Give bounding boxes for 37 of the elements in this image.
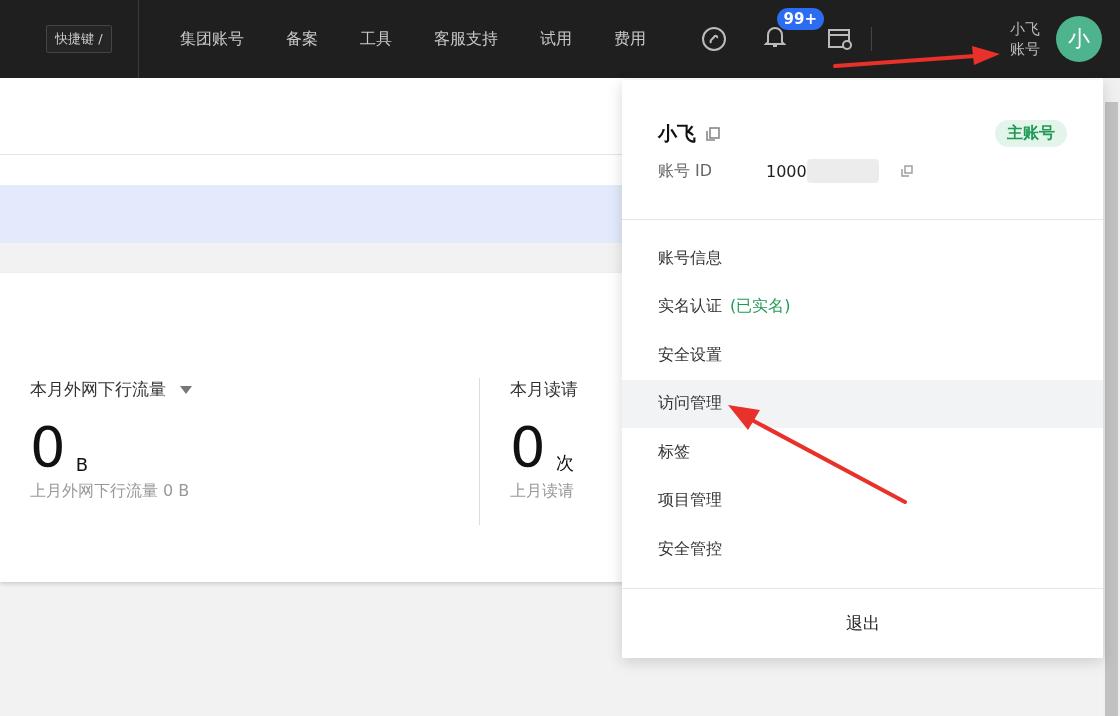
menu-item[interactable]: 实名认证 (已实名): [622, 282, 1103, 331]
nav-link[interactable]: 试用: [518, 28, 593, 50]
account-id-label: 账号 ID: [658, 160, 714, 182]
stat-unit: 次: [555, 451, 574, 475]
stat-label: 本月外网下行流量: [30, 378, 166, 401]
menu-item[interactable]: 标签: [622, 428, 1103, 477]
copy-icon[interactable]: [900, 165, 913, 177]
stat-label: 本月读请: [510, 378, 578, 401]
account-name: 小飞: [658, 120, 696, 146]
menu-item[interactable]: 安全管控: [622, 525, 1103, 574]
shortcut-button[interactable]: 快捷键 /: [46, 25, 112, 53]
scrollbar[interactable]: [1103, 78, 1120, 716]
nav-link[interactable]: 集团账号: [158, 28, 265, 50]
menu-item[interactable]: 项目管理: [622, 476, 1103, 525]
nav-link[interactable]: 备案: [264, 28, 339, 50]
menu-item[interactable]: 账号信息: [622, 234, 1103, 283]
stat-value: 0: [30, 419, 66, 475]
nav-link[interactable]: 工具: [338, 28, 413, 50]
stat-previous: 上月读请: [510, 481, 574, 502]
console-settings-icon[interactable]: [826, 27, 853, 51]
stat-unit: B: [75, 454, 88, 475]
user-name: 小飞: [1010, 19, 1040, 39]
nav-link[interactable]: 客服支持: [412, 28, 519, 50]
stat-value: 0: [510, 419, 546, 475]
account-id: 1000: [766, 161, 807, 181]
account-tag: 主账号: [995, 120, 1067, 147]
user-role: 账号: [1010, 39, 1040, 59]
menu-item[interactable]: 访问管理: [622, 379, 1103, 428]
link-icon[interactable]: [700, 26, 727, 52]
caret-icon[interactable]: [180, 385, 192, 394]
nav-link[interactable]: 费用: [592, 28, 667, 50]
stat-previous: 上月外网下行流量 0 B: [30, 481, 190, 502]
logout-button[interactable]: 退出: [622, 588, 1103, 658]
copy-icon[interactable]: [706, 126, 720, 141]
menu-item[interactable]: 安全设置: [622, 331, 1103, 380]
notification-badge: 99+: [776, 8, 824, 30]
bell-icon[interactable]: [762, 24, 787, 50]
